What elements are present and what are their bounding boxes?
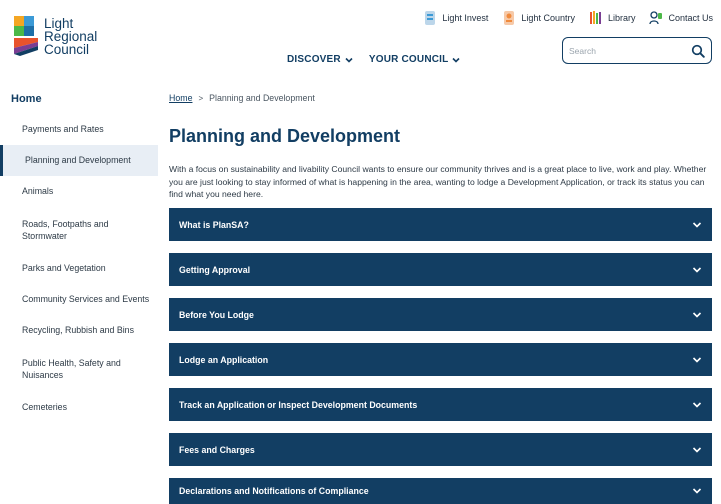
breadcrumb: Home > Planning and Development xyxy=(169,88,713,108)
accordion-label: Lodge an Application xyxy=(179,354,269,365)
light-invest-link[interactable]: Light Invest xyxy=(423,10,488,26)
chevron-down-icon xyxy=(452,57,461,63)
accordion-before-you-lodge[interactable]: Before You Lodge xyxy=(169,298,712,331)
chevron-down-icon xyxy=(692,221,702,228)
breadcrumb-current: Planning and Development xyxy=(209,93,315,103)
logo-wordmark: Light Regional Council xyxy=(44,14,97,57)
accordion-lodge-an-application[interactable]: Lodge an Application xyxy=(169,343,712,376)
sidebar-item-parks-and-vegetation[interactable]: Parks and Vegetation xyxy=(0,253,158,284)
utility-links: Light Invest Light Country Library Conta… xyxy=(409,10,713,26)
light-invest-label: Light Invest xyxy=(442,13,489,23)
accordion-label: Before You Lodge xyxy=(179,309,254,320)
main-navigation: DISCOVER YOUR COUNCIL xyxy=(287,54,461,65)
light-country-link[interactable]: Light Country xyxy=(502,10,575,26)
chevron-down-icon xyxy=(692,488,702,494)
sidebar-item-public-health-safety[interactable]: Public Health, Safety and Nuisances xyxy=(0,346,158,392)
accordion-fees-and-charges[interactable]: Fees and Charges xyxy=(169,433,712,466)
sidebar-nav: Home Payments and Rates Planning and Dev… xyxy=(0,88,158,422)
logo-mark-icon xyxy=(14,16,38,56)
breadcrumb-separator: > xyxy=(198,93,204,103)
sidebar-item-planning-and-development[interactable]: Planning and Development xyxy=(0,145,158,176)
light-country-label: Light Country xyxy=(521,13,575,23)
sidebar-item-animals[interactable]: Animals xyxy=(0,176,158,207)
accordion-track-an-application[interactable]: Track an Application or Inspect Developm… xyxy=(169,388,712,421)
sidebar-item-recycling-rubbish-bins[interactable]: Recycling, Rubbish and Bins xyxy=(0,315,158,346)
accordion-label: Getting Approval xyxy=(179,264,251,275)
main-content: Home > Planning and Development Planning… xyxy=(169,88,713,201)
chevron-down-icon xyxy=(692,356,702,363)
contact-us-link[interactable]: Contact Us xyxy=(649,10,713,26)
sidebar-home[interactable]: Home xyxy=(0,88,158,110)
accordion-declarations-notifications[interactable]: Declarations and Notifications of Compli… xyxy=(169,478,712,504)
sidebar-item-cemeteries[interactable]: Cemeteries xyxy=(0,392,158,422)
chevron-down-icon xyxy=(345,57,353,63)
nav-your-council[interactable]: YOUR COUNCIL xyxy=(369,54,461,65)
accordion-what-is-plansa[interactable]: What is PlanSA? xyxy=(169,208,712,241)
page-title: Planning and Development xyxy=(169,126,401,146)
library-link[interactable]: Library xyxy=(589,10,636,26)
sidebar-item-roads-footpaths-stormwater[interactable]: Roads, Footpaths and Stormwater xyxy=(0,207,158,253)
contact-us-icon xyxy=(649,11,663,25)
accordion-getting-approval[interactable]: Getting Approval xyxy=(169,253,712,286)
light-country-icon xyxy=(504,11,515,25)
library-label: Library xyxy=(607,13,636,23)
nav-discover-label: DISCOVER xyxy=(287,54,341,65)
nav-discover[interactable]: DISCOVER xyxy=(287,54,353,65)
light-invest-icon xyxy=(425,11,436,25)
chevron-down-icon xyxy=(692,311,702,318)
chevron-down-icon xyxy=(692,401,702,408)
search-box xyxy=(562,37,712,64)
sidebar-item-community-services-events[interactable]: Community Services and Events xyxy=(0,284,158,315)
contact-us-label: Contact Us xyxy=(668,13,713,23)
search-icon[interactable] xyxy=(691,44,705,58)
logo-line-3: Council xyxy=(44,42,90,57)
chevron-down-icon xyxy=(692,266,702,273)
breadcrumb-home-link[interactable]: Home xyxy=(169,93,192,103)
search-input[interactable] xyxy=(569,45,691,56)
page-intro: With a focus on sustainability and livab… xyxy=(169,164,707,199)
accordion-label: Track an Application or Inspect Developm… xyxy=(179,399,418,410)
library-icon xyxy=(589,11,601,24)
chevron-down-icon xyxy=(692,446,702,453)
nav-your-council-label: YOUR COUNCIL xyxy=(368,54,449,65)
accordion-label: Declarations and Notifications of Compli… xyxy=(179,486,369,496)
sidebar-item-payments-and-rates[interactable]: Payments and Rates xyxy=(0,114,158,145)
accordion-label: Fees and Charges xyxy=(179,444,255,455)
council-logo[interactable]: Light Regional Council xyxy=(12,14,122,64)
accordion-label: What is PlanSA? xyxy=(179,219,249,230)
